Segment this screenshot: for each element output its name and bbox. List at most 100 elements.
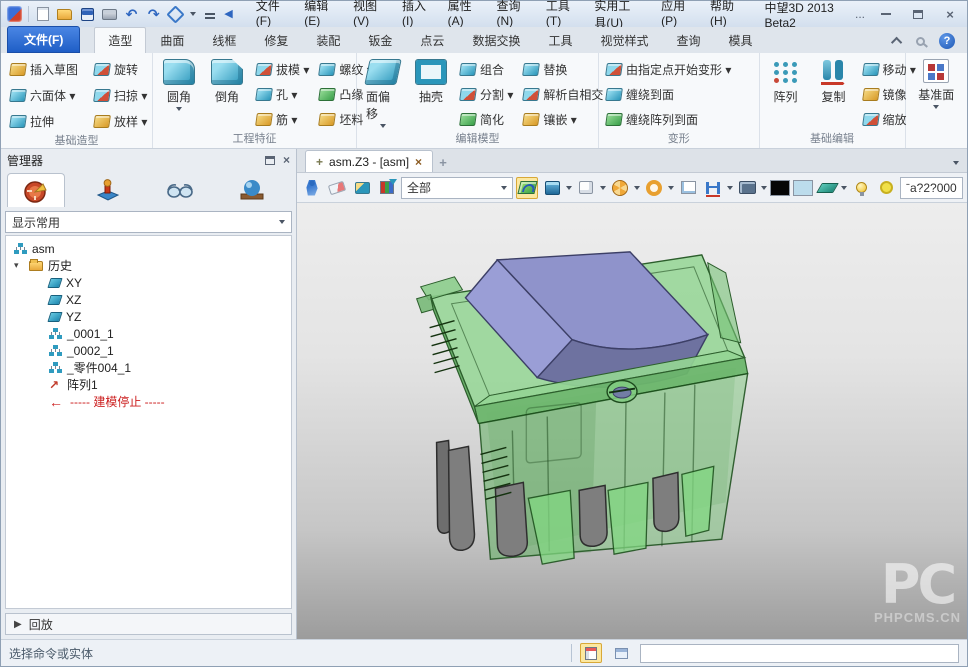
shell-button[interactable]: 抽壳 (409, 56, 453, 132)
tree-node-pattern[interactable]: ↗ 阵列1 (6, 376, 291, 393)
wireframe-mode-button[interactable] (575, 177, 597, 199)
face-offset-dropdown[interactable] (380, 124, 386, 128)
zoom-all-dropdown[interactable] (190, 12, 196, 16)
zoom-tool-dropdown[interactable] (668, 186, 674, 190)
toolbar-options-button[interactable] (202, 5, 218, 23)
tree-node-yz[interactable]: YZ (6, 308, 291, 325)
tab-wireframe[interactable]: 线框 (198, 27, 250, 53)
floor-plane-button[interactable] (816, 177, 838, 199)
view-orientation-dropdown[interactable] (634, 186, 640, 190)
box-button[interactable]: 六面体 ▾ (7, 84, 81, 106)
expander-icon[interactable]: ▾ (14, 260, 24, 271)
combine-button[interactable]: 组合 (457, 58, 516, 80)
tab-mold[interactable]: 模具 (715, 27, 767, 53)
collapse-ribbon-icon[interactable] (891, 37, 902, 48)
section-view-button[interactable] (702, 177, 724, 199)
window-zoom-button[interactable] (677, 177, 699, 199)
collapse-quickbar-icon[interactable]: ◀ (224, 9, 232, 20)
divide-button[interactable]: 分割 ▾ (457, 83, 516, 105)
light-button[interactable] (850, 177, 872, 199)
rib-button[interactable]: 筋 ▾ (253, 108, 312, 130)
sweep-button[interactable]: 扫掠 ▾ (91, 84, 150, 106)
wireframe-mode-dropdown[interactable] (600, 186, 606, 190)
draft-button[interactable]: 拔模 ▾ (253, 58, 312, 80)
section-view-dropdown[interactable] (727, 186, 733, 190)
wrap-pattern-button[interactable]: 缠绕阵列到面 (603, 108, 734, 130)
redo-button[interactable]: ↷ (146, 5, 162, 23)
tab-repair[interactable]: 修复 (250, 27, 302, 53)
deform-point-button[interactable]: 由指定点开始变形 ▾ (603, 58, 734, 80)
search-icon[interactable] (916, 37, 925, 46)
datum-plane-button[interactable]: 基准面 (913, 56, 959, 132)
tab-visual-manager[interactable] (223, 173, 281, 207)
tab-history-manager[interactable] (7, 173, 65, 207)
simplify-button[interactable]: 简化 (457, 108, 516, 130)
close-button[interactable]: × (939, 6, 961, 22)
tab-assembly-manager[interactable] (79, 173, 137, 207)
hole-button[interactable]: 孔 ▾ (253, 83, 312, 105)
insert-sketch-button[interactable]: 插入草图 (7, 58, 81, 80)
resolve-selfx-button[interactable]: 解析自相交 (520, 83, 606, 105)
tab-pointcloud[interactable]: 点云 (406, 27, 458, 53)
file-menu-button[interactable]: 文件(F) (7, 26, 80, 53)
inlay-button[interactable]: 镶嵌 ▾ (520, 108, 606, 130)
status-list-button[interactable] (610, 643, 632, 663)
tab-inquire[interactable]: 查询 (662, 27, 714, 53)
tree-filter-dropdown[interactable]: 显示常用 (5, 211, 292, 233)
tab-visibility-manager[interactable] (151, 173, 209, 207)
zoom-all-button[interactable] (168, 5, 184, 23)
tab-list-dropdown[interactable] (953, 161, 959, 165)
color-swatch-lightblue[interactable] (793, 180, 813, 196)
background-dropdown[interactable] (761, 186, 767, 190)
shade-mode-button[interactable] (541, 177, 563, 199)
fillet-dropdown[interactable] (176, 107, 182, 111)
background-button[interactable] (736, 177, 758, 199)
command-input[interactable] (640, 644, 959, 663)
tree-node-comp1[interactable]: _0001_1 (6, 325, 291, 342)
help-icon[interactable]: ? (939, 33, 955, 49)
viewport-3d[interactable]: PC PHPCMS.CN (297, 203, 967, 639)
playback-bar[interactable]: ▶ 回放 (5, 613, 292, 635)
panel-close-icon[interactable]: × (283, 153, 290, 167)
doc-close-icon[interactable]: × (415, 155, 422, 169)
escape-tool-button[interactable] (301, 177, 323, 199)
ambient-light-button[interactable] (875, 177, 897, 199)
overflow-dots[interactable]: ... (855, 7, 865, 21)
minimize-button[interactable] (875, 6, 897, 22)
tab-assembly[interactable]: 装配 (302, 27, 354, 53)
color-swatch-black[interactable] (770, 180, 790, 196)
datum-plane-dropdown[interactable] (933, 105, 939, 109)
document-tab-asm[interactable]: + asm.Z3 - [asm] × (305, 150, 433, 172)
copy-button[interactable]: 复制 (812, 56, 856, 132)
floor-plane-dropdown[interactable] (841, 186, 847, 190)
app-logo-icon[interactable] (7, 6, 22, 22)
face-offset-button[interactable]: 面偏移 (361, 56, 405, 132)
undo-button[interactable]: ↶ (123, 5, 139, 23)
replace-button[interactable]: 替换 (520, 58, 606, 80)
loft-button[interactable]: 放样 ▾ (91, 110, 150, 132)
tree-node-xz[interactable]: XZ (6, 291, 291, 308)
tree-node-comp2[interactable]: _0002_1 (6, 342, 291, 359)
filter-combobox[interactable]: 全部 (401, 177, 513, 199)
tree-node-xy[interactable]: XY (6, 274, 291, 291)
tab-shape[interactable]: 造型 (94, 27, 146, 53)
extrude-button[interactable]: 拉伸 (7, 110, 81, 132)
tab-visualstyle[interactable]: 视觉样式 (586, 27, 662, 53)
view-orientation-button[interactable] (609, 177, 631, 199)
tree-node-comp3[interactable]: _零件004_1 (6, 359, 291, 376)
layer-input[interactable] (900, 177, 963, 199)
save-button[interactable] (79, 5, 95, 23)
align-plane-view-button[interactable] (516, 177, 538, 199)
tree-node-history[interactable]: ▾ 历史 (6, 257, 291, 274)
open-file-button[interactable] (57, 5, 73, 23)
new-document-tab-button[interactable]: + (433, 152, 453, 172)
tab-tools[interactable]: 工具 (534, 27, 586, 53)
panel-restore-icon[interactable] (265, 156, 275, 165)
fillet-button[interactable]: 圆角 (157, 56, 201, 132)
status-ruler-button[interactable] (580, 643, 602, 663)
restore-button[interactable] (907, 6, 929, 22)
pattern-button[interactable]: 阵列 (764, 56, 808, 132)
chamfer-button[interactable]: 倒角 (205, 56, 249, 132)
tab-sheetmetal[interactable]: 钣金 (354, 27, 406, 53)
tree-node-root[interactable]: asm (6, 240, 291, 257)
